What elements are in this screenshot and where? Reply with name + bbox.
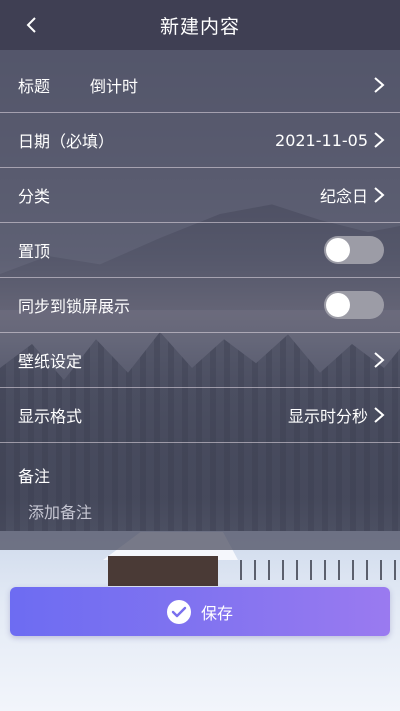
pin-label: 置顶 xyxy=(18,242,51,261)
notes-label: 备注 xyxy=(18,467,51,486)
page-title: 新建内容 xyxy=(159,15,240,38)
cabin-wall xyxy=(108,556,218,586)
title-value: 倒计时 xyxy=(90,77,139,96)
chevron-right-icon xyxy=(374,352,385,368)
save-button[interactable]: 保存 xyxy=(10,587,390,636)
row-display-format[interactable]: 显示格式 显示时分秒 xyxy=(0,388,400,443)
sync-lockscreen-toggle[interactable] xyxy=(324,291,384,319)
notes-section: 备注 添加备注 xyxy=(0,451,400,550)
row-category[interactable]: 分类 纪念日 xyxy=(0,168,400,223)
row-wallpaper[interactable]: 壁纸设定 xyxy=(0,333,400,388)
form-list: 标题 倒计时 日期（必填） 2021-11-05 分类 纪念日 置顶 同步到锁屏… xyxy=(0,58,400,443)
wallpaper-label: 壁纸设定 xyxy=(18,352,83,371)
chevron-right-icon xyxy=(374,187,385,203)
row-date[interactable]: 日期（必填） 2021-11-05 xyxy=(0,113,400,168)
save-label: 保存 xyxy=(200,603,233,623)
notes-input[interactable]: 添加备注 xyxy=(28,499,382,523)
date-value: 2021-11-05 xyxy=(275,130,368,150)
display-format-value: 显示时分秒 xyxy=(287,407,368,426)
toggle-knob xyxy=(326,293,350,317)
title-label: 标题 xyxy=(18,77,51,96)
background-fence xyxy=(240,560,400,580)
header-bar: 新建内容 xyxy=(0,0,400,50)
category-label: 分类 xyxy=(18,187,51,206)
chevron-right-icon xyxy=(374,132,385,148)
row-sync-lockscreen: 同步到锁屏展示 xyxy=(0,278,400,333)
back-button[interactable] xyxy=(18,12,44,38)
date-label: 日期（必填） xyxy=(18,132,115,151)
check-circle-icon xyxy=(166,599,191,624)
sync-lockscreen-label: 同步到锁屏展示 xyxy=(18,297,131,316)
row-pin: 置顶 xyxy=(0,223,400,278)
chevron-left-icon xyxy=(26,17,36,33)
display-format-label: 显示格式 xyxy=(18,407,83,426)
chevron-right-icon xyxy=(374,407,385,423)
row-title[interactable]: 标题 倒计时 xyxy=(0,58,400,113)
pin-toggle[interactable] xyxy=(324,236,384,264)
toggle-knob xyxy=(326,238,350,262)
category-value: 纪念日 xyxy=(319,187,368,206)
chevron-right-icon xyxy=(374,77,385,93)
